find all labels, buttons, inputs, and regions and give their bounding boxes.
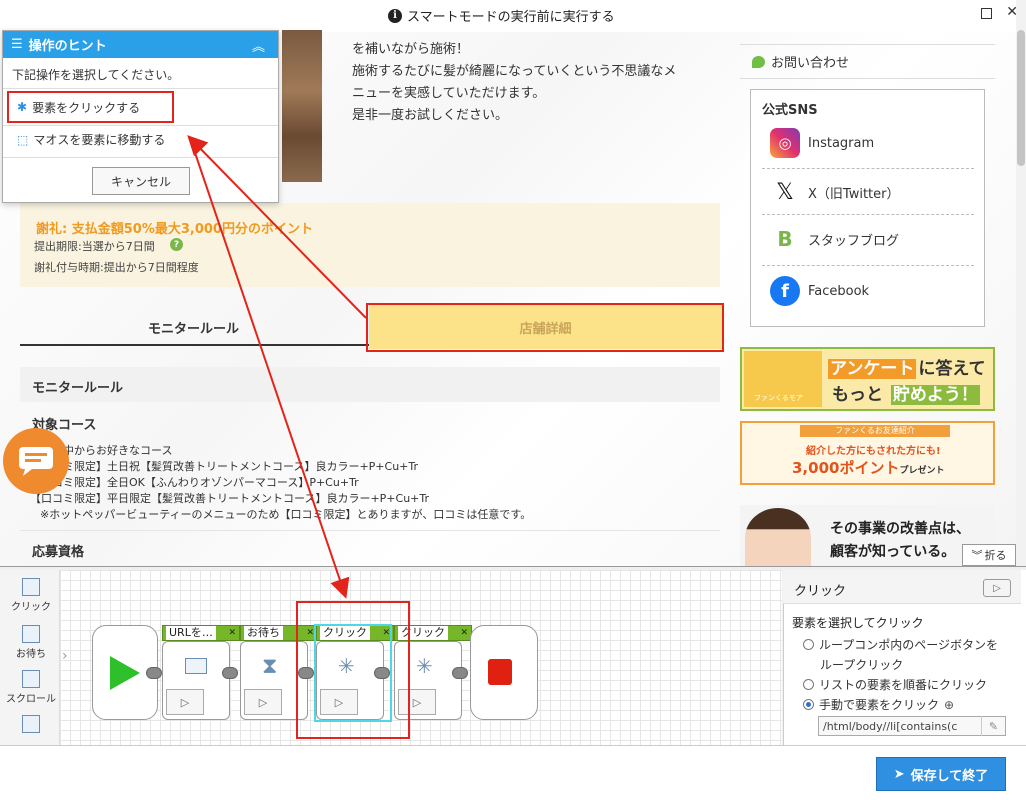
arrow-hint-to-block [189,137,350,599]
annotation-arrows [187,135,367,599]
arrow-tab-to-hint [187,135,367,319]
